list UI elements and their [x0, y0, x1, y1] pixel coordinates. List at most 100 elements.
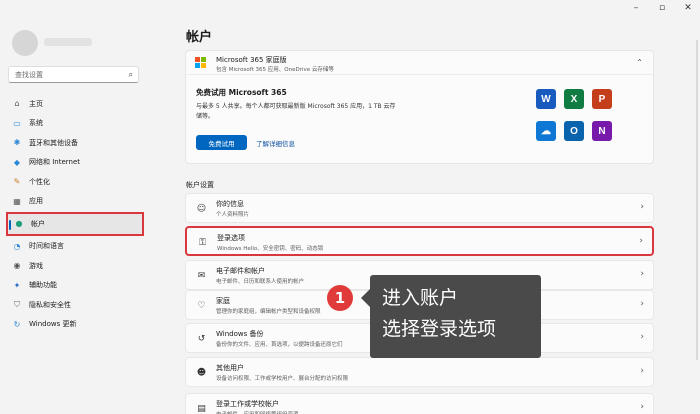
sidebar-item-label: 系统	[29, 119, 43, 127]
search-icon: ⌕	[128, 70, 133, 79]
key-icon: ⚿	[199, 237, 206, 248]
sidebar-item-system[interactable]: ▭ 系统	[6, 114, 144, 133]
sidebar-item-privacy[interactable]: ⛉ 隐私和安全性	[6, 295, 144, 314]
person-icon: ☺	[196, 203, 207, 214]
sidebar-item-windows-update[interactable]: ↻ Windows 更新	[6, 315, 144, 334]
sidebar-item-label: 个性化	[29, 177, 50, 186]
sidebar-item-gaming[interactable]: ◉ 游戏	[6, 256, 144, 275]
sidebar-item-label: 辅助功能	[29, 281, 57, 289]
ms365-card: Microsoft 365 家庭版 包含 Microsoft 365 应用、On…	[185, 50, 654, 164]
chevron-right-icon: ›	[640, 269, 644, 279]
sidebar-item-label: 网络和 Internet	[29, 158, 81, 166]
trial-title: 免费试用 Microsoft 365	[196, 88, 287, 97]
row-title: 登录选项	[217, 234, 245, 242]
row-work-school[interactable]: ▤ 登录工作或学校帐户电子邮件、应用和网络等组织资源 ›	[185, 393, 654, 414]
sidebar-item-apps[interactable]: ▦ 应用	[6, 192, 144, 211]
personalization-icon: ✎	[13, 177, 21, 186]
sidebar-item-label: 主页	[29, 99, 43, 108]
chevron-right-icon: ›	[640, 299, 644, 309]
row-subtitle: 管理你的家庭组，编辑帐户类型和设备权限	[216, 309, 321, 315]
briefcase-icon: ▤	[197, 403, 206, 414]
onedrive-icon: ☁	[536, 121, 556, 141]
gaming-icon: ◉	[13, 261, 21, 270]
sidebar-item-label: 应用	[29, 197, 43, 205]
close-button[interactable]: ✕	[682, 2, 694, 14]
user-name-placeholder	[44, 38, 92, 46]
sidebar-item-home[interactable]: ⌂ 主页	[6, 94, 144, 113]
sidebar-item-accessibility[interactable]: ✦ 辅助功能	[6, 276, 144, 295]
row-title: 家庭	[216, 297, 230, 305]
apps-icon: ▦	[13, 196, 21, 206]
callout-line-1: 进入账户	[382, 287, 459, 309]
page-title: 帐户	[186, 30, 213, 45]
chevron-right-icon: ›	[640, 366, 644, 376]
trial-description: 与最多 5 人共享。每个人都可获取最新版 Microsoft 365 应用，1 …	[196, 103, 396, 120]
chevron-up-icon[interactable]: ⌃	[636, 58, 643, 67]
account-icon: ●	[15, 219, 23, 228]
annotation-callout: 进入账户 选择登录选项	[361, 275, 541, 358]
section-label: 帐户设置	[186, 181, 214, 189]
ms365-header[interactable]: Microsoft 365 家庭版 包含 Microsoft 365 应用、On…	[186, 51, 653, 75]
powerpoint-icon: P	[592, 89, 612, 109]
free-trial-button[interactable]: 免费试用	[196, 135, 247, 150]
row-your-info[interactable]: ☺ 你的信息 个人资料照片 ›	[185, 193, 654, 223]
avatar[interactable]	[12, 30, 38, 56]
sidebar-item-label: 时间和语言	[29, 242, 64, 250]
window-controls: – ▫ ✕	[630, 2, 694, 14]
ms365-title: Microsoft 365 家庭版	[216, 56, 287, 64]
row-subtitle: Windows Hello、安全密钥、密码、动态锁	[217, 246, 324, 252]
row-other-users[interactable]: ☻ 其他用户 设备访问权限、工作或学校用户、展台分配的访问权限 ›	[185, 357, 654, 387]
time-language-icon: ◔	[13, 241, 21, 251]
sidebar-item-label: 游戏	[29, 261, 43, 270]
active-indicator	[9, 219, 11, 230]
row-title: 你的信息	[216, 200, 244, 208]
outlook-icon: O	[564, 121, 584, 141]
callout-line-2: 选择登录选项	[382, 318, 497, 340]
sidebar: 查找设置 ⌕ ⌂ 主页 ▭ 系统 ✱ 蓝牙和其他设备 ◆ 网络和 Internet ✎ 个性化 ▦ 应…	[0, 0, 150, 414]
sidebar-item-network[interactable]: ◆ 网络和 Internet	[6, 153, 144, 172]
network-icon: ◆	[13, 157, 21, 167]
chevron-right-icon: ›	[640, 332, 644, 342]
row-subtitle: 备份你的文件、应用、首选项，以便跨设备还原它们	[216, 342, 343, 348]
word-icon: W	[536, 89, 556, 109]
sidebar-item-label: 蓝牙和其他设备	[29, 138, 78, 147]
sidebar-item-time-language[interactable]: ◔ 时间和语言	[6, 237, 144, 256]
chevron-right-icon: ›	[640, 402, 644, 412]
row-title: 其他用户	[216, 364, 244, 372]
callout-arrow	[361, 289, 370, 307]
home-icon: ⌂	[14, 99, 20, 108]
system-icon: ▭	[13, 118, 21, 128]
windows-update-icon: ↻	[13, 319, 21, 329]
accessibility-icon: ✦	[13, 280, 21, 290]
chevron-right-icon: ›	[639, 236, 643, 246]
sidebar-item-label: Windows 更新	[29, 320, 77, 328]
row-title: Windows 备份	[216, 330, 264, 338]
row-subtitle: 个人资料照片	[216, 212, 250, 218]
sidebar-item-account[interactable]: ● 帐户	[6, 211, 144, 236]
learn-more-link[interactable]: 了解详细信息	[256, 138, 295, 148]
privacy-icon: ⛉	[14, 299, 20, 309]
row-sign-in-options[interactable]: ⚿ 登录选项 Windows Hello、安全密钥、密码、动态锁 ›	[185, 226, 654, 256]
microsoft-logo-icon	[195, 57, 206, 68]
excel-icon: X	[564, 89, 584, 109]
minimize-button[interactable]: –	[630, 2, 642, 14]
row-title: 登录工作或学校帐户	[216, 400, 279, 408]
onenote-icon: N	[592, 121, 612, 141]
search-input[interactable]: 查找设置 ⌕	[8, 66, 139, 83]
sidebar-nav: ⌂ 主页 ▭ 系统 ✱ 蓝牙和其他设备 ◆ 网络和 Internet ✎ 个性化 ▦ 应用 ● 帐户 ◔ 时间…	[6, 94, 144, 334]
backup-icon: ↺	[197, 333, 206, 344]
family-icon: ♡	[197, 300, 206, 311]
bluetooth-icon: ✱	[13, 138, 21, 147]
sidebar-item-personalization[interactable]: ✎ 个性化	[6, 172, 144, 191]
row-subtitle: 设备访问权限、工作或学校用户、展台分配的访问权限	[216, 376, 349, 382]
sidebar-item-label: 帐户	[31, 219, 45, 228]
step-badge: 1	[327, 285, 353, 311]
sidebar-item-label: 隐私和安全性	[29, 300, 71, 309]
mail-icon: ✉	[197, 270, 206, 281]
scrollbar[interactable]	[696, 40, 698, 360]
search-placeholder: 查找设置	[15, 71, 43, 79]
sidebar-item-bluetooth[interactable]: ✱ 蓝牙和其他设备	[6, 133, 144, 152]
maximize-button[interactable]: ▫	[656, 2, 668, 14]
row-subtitle: 电子邮件、日历和联系人使用的帐户	[216, 279, 305, 285]
row-title: 电子邮件和帐户	[216, 267, 265, 275]
